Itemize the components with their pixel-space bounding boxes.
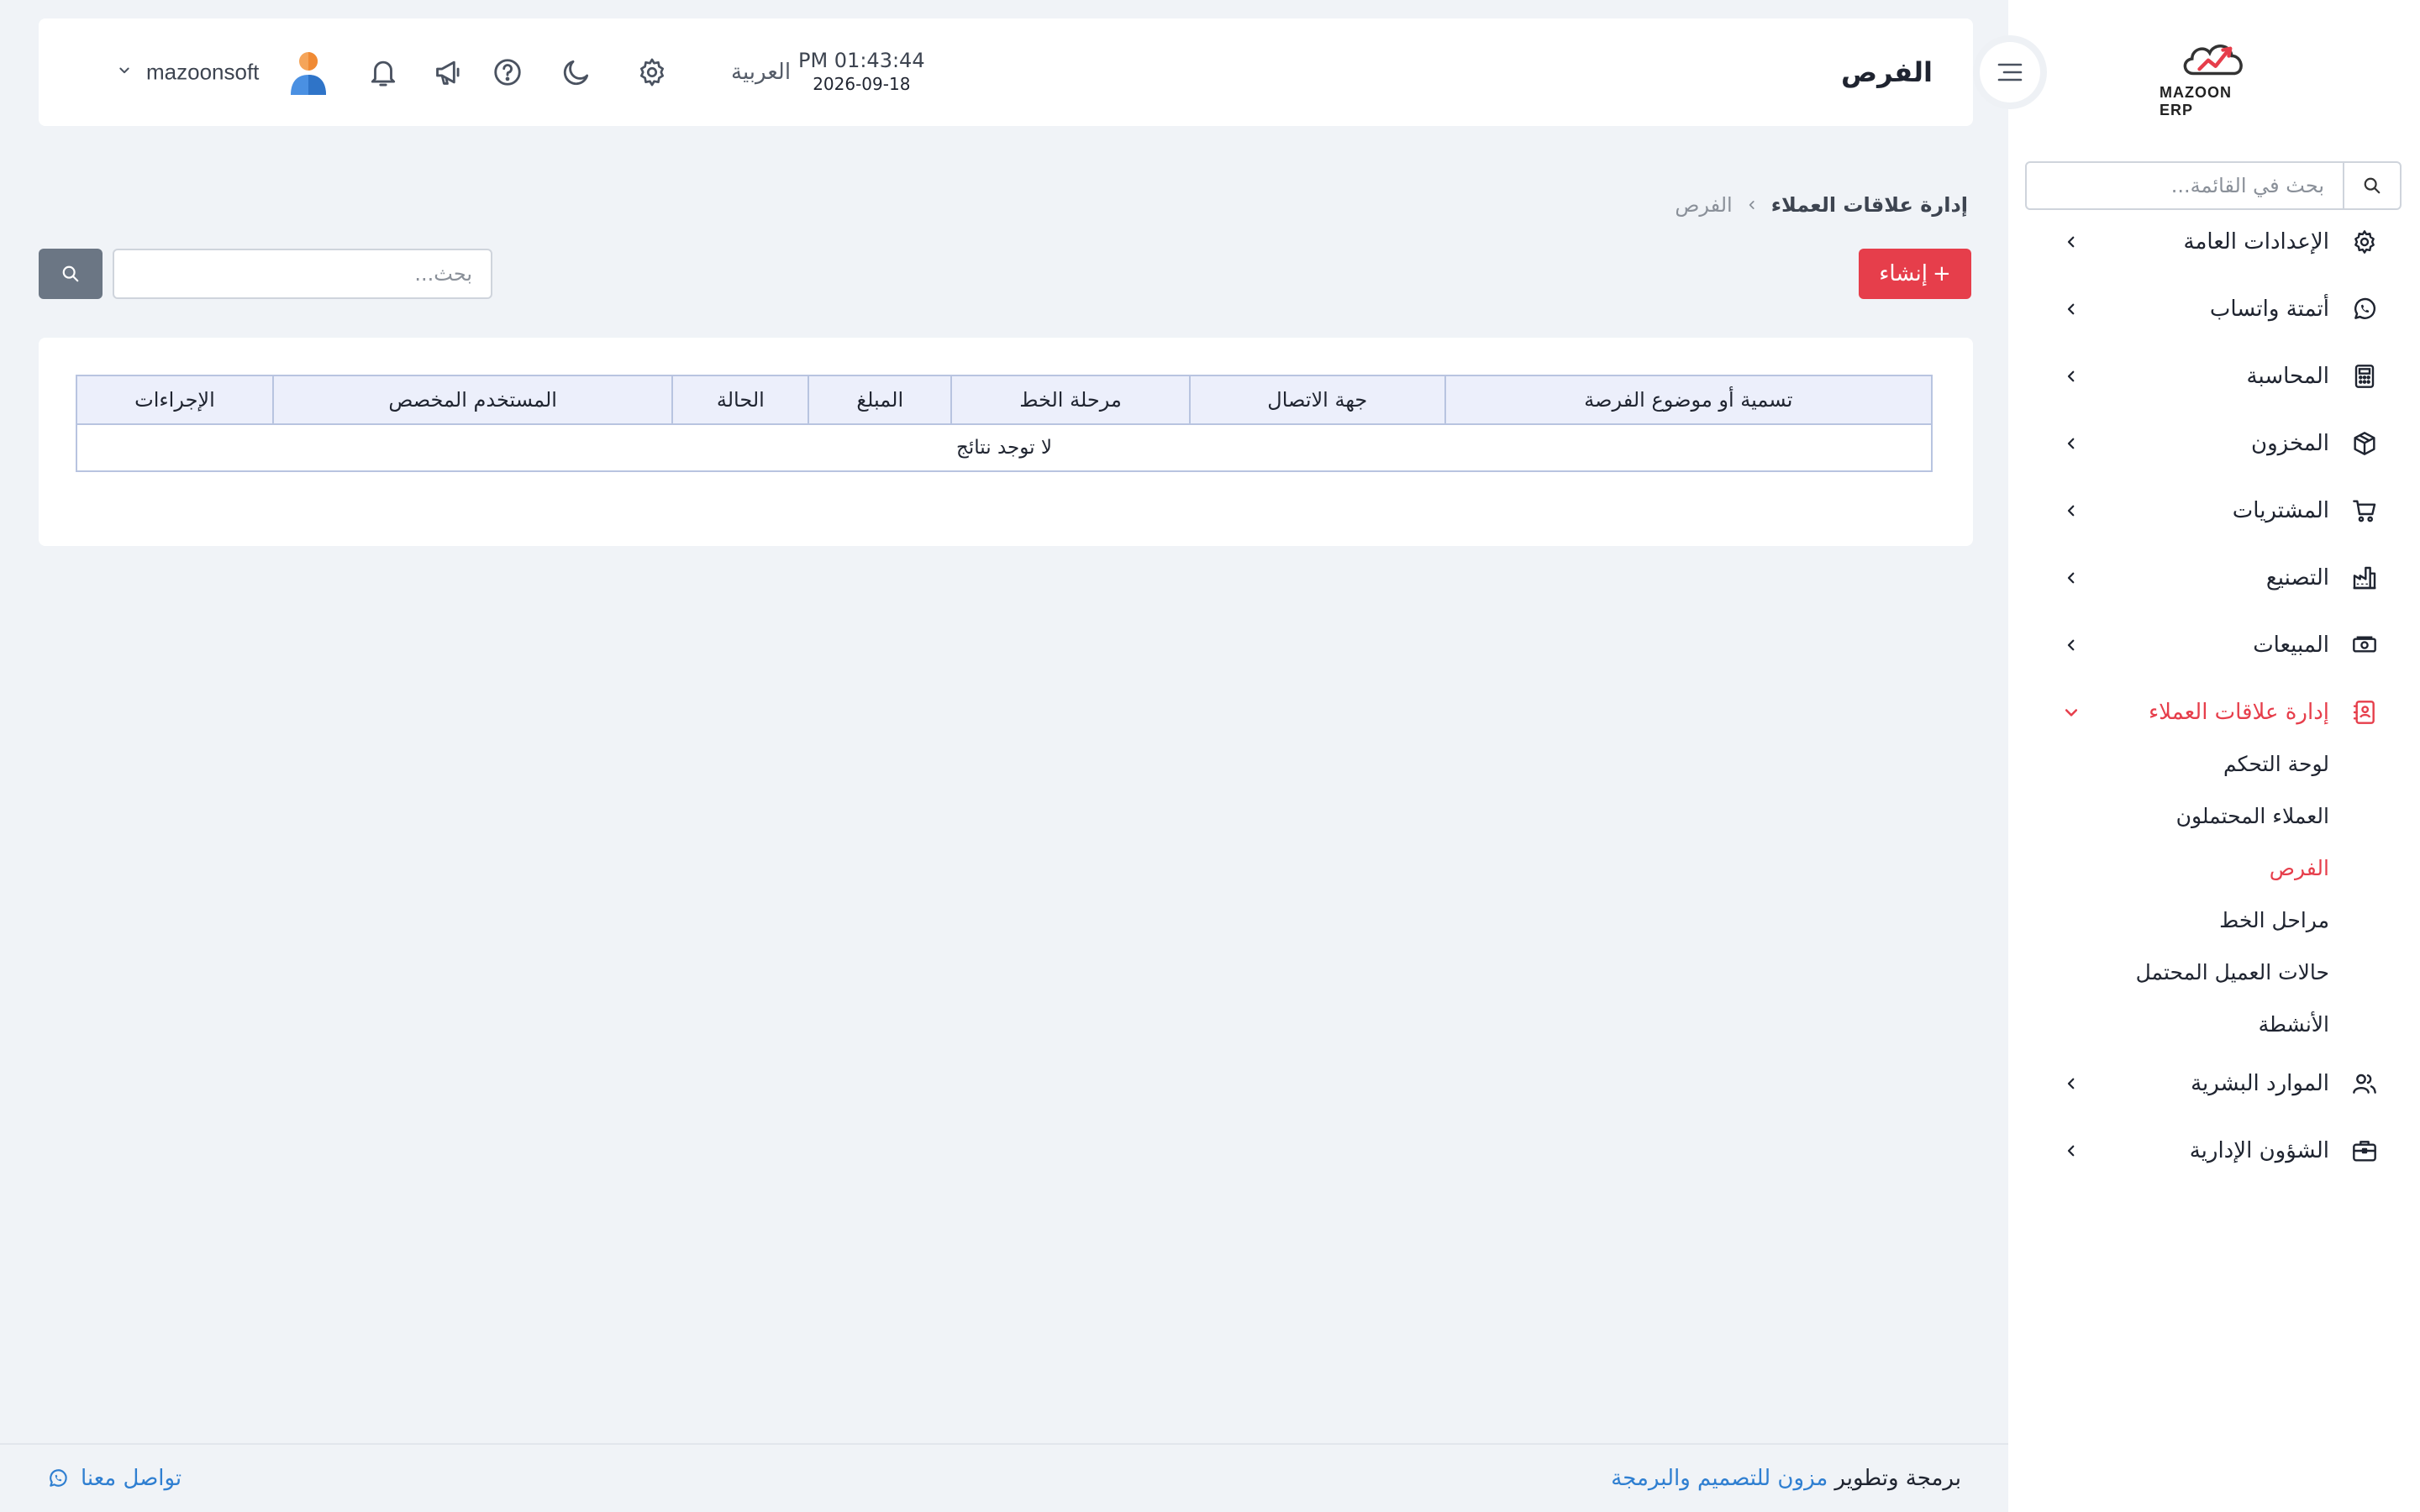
sidebar-item-label: الشؤون الإدارية xyxy=(2189,1138,2329,1163)
clock-date: 2026-09-18 xyxy=(813,74,911,94)
chevron-left-icon xyxy=(2060,634,2082,656)
sidebar-subitem-activities[interactable]: الأنشطة xyxy=(2259,1003,2329,1045)
sidebar-item-label: إدارة علاقات العملاء xyxy=(2148,700,2329,725)
settings-gear-icon[interactable] xyxy=(634,54,671,91)
opportunities-card: تسمية أو موضوع الفرصة جهة الاتصال مرحلة … xyxy=(39,338,1973,546)
moon-icon[interactable] xyxy=(558,54,595,91)
sidebar-subitem-opportunities[interactable]: الفرص xyxy=(2270,847,2329,889)
footer-credit: برمجة وتطويرمزون للتصميم والبرمجة xyxy=(1611,1466,1961,1491)
user-menu[interactable]: mazoonsoft xyxy=(118,60,259,86)
sidebar-item-human-resources[interactable]: الموارد البشرية xyxy=(2008,1058,2420,1109)
sidebar-item-label: المبيعات xyxy=(2253,633,2329,658)
footer-credit-prefix: برمجة وتطوير xyxy=(1834,1466,1961,1491)
chevron-left-icon xyxy=(2060,1140,2082,1162)
breadcrumb-current: الفرص xyxy=(1675,193,1733,217)
chevron-left-icon xyxy=(2060,298,2082,320)
clock: PM 01:43:44 2026-09-18 xyxy=(798,49,925,94)
briefcase-icon xyxy=(2349,1136,2380,1166)
sidebar-item-label: أتمتة واتساب xyxy=(2209,297,2329,322)
opportunities-table: تسمية أو موضوع الفرصة جهة الاتصال مرحلة … xyxy=(76,375,1933,472)
gear-icon xyxy=(2349,227,2380,257)
whatsapp-icon xyxy=(2349,294,2380,324)
whatsapp-icon xyxy=(47,1467,69,1489)
sidebar-item-label: المحاسبة xyxy=(2246,364,2329,389)
sidebar-item-label: المشتريات xyxy=(2232,498,2329,523)
plus-icon: + xyxy=(1933,261,1951,286)
sidebar-item-whatsapp-automation[interactable]: أتمتة واتساب xyxy=(2008,284,2420,334)
sidebar-toggle-button[interactable] xyxy=(1973,35,2047,109)
chevron-down-icon xyxy=(118,63,136,81)
sidebar-item-sales[interactable]: المبيعات xyxy=(2008,620,2420,670)
column-header-contact[interactable]: جهة الاتصال xyxy=(1188,375,1446,425)
footer-contact-label: تواصل معنا xyxy=(81,1466,182,1491)
brand-logo[interactable]: MAZOON ERP xyxy=(2160,35,2269,119)
chevron-left-icon xyxy=(2060,567,2082,589)
contact-us-link[interactable]: تواصل معنا xyxy=(47,1466,182,1491)
chevron-left-icon xyxy=(2060,500,2082,522)
column-header-pipeline-stage[interactable]: مرحلة الخط xyxy=(950,375,1191,425)
sidebar-item-inventory[interactable]: المخزون xyxy=(2008,418,2420,469)
contacts-icon xyxy=(2349,697,2380,727)
sidebar-item-label: التصنيع xyxy=(2265,565,2329,591)
sidebar-item-administrative-affairs[interactable]: الشؤون الإدارية xyxy=(2008,1126,2420,1176)
sidebar-subitem-dashboard[interactable]: لوحة التحكم xyxy=(2223,743,2329,785)
bell-icon[interactable] xyxy=(365,54,402,91)
username: mazoonsoft xyxy=(146,59,260,85)
table-row: لا توجد نتائج xyxy=(76,423,1933,472)
calculator-icon xyxy=(2349,361,2380,391)
sidebar-item-crm[interactable]: إدارة علاقات العملاء xyxy=(2008,687,2420,738)
column-header-title[interactable]: تسمية أو موضوع الفرصة xyxy=(1444,375,1933,425)
sidebar-search xyxy=(2025,161,2402,210)
footer: برمجة وتطويرمزون للتصميم والبرمجة تواصل … xyxy=(0,1443,2008,1512)
megaphone-icon[interactable] xyxy=(430,54,467,91)
breadcrumb-parent[interactable]: إدارة علاقات العملاء xyxy=(1771,193,1968,217)
box-icon xyxy=(2349,428,2380,459)
sidebar-item-label: المخزون xyxy=(2251,431,2329,456)
create-button-label: إنشاء xyxy=(1879,261,1928,286)
sidebar-item-purchases[interactable]: المشتريات xyxy=(2008,486,2420,536)
column-header-assigned-user[interactable]: المستخدم المخصص xyxy=(271,375,674,425)
footer-company-link[interactable]: مزون للتصميم والبرمجة xyxy=(1611,1466,1828,1491)
users-icon xyxy=(2349,1068,2380,1099)
sidebar-subitem-pipeline-stages[interactable]: مراحل الخط xyxy=(2219,899,2329,941)
avatar[interactable] xyxy=(287,50,329,95)
breadcrumb: إدارة علاقات العملاء الفرص xyxy=(1675,193,1968,217)
sidebar-item-label: الإعدادات العامة xyxy=(2183,229,2329,255)
column-header-status[interactable]: الحالة xyxy=(671,375,810,425)
logo-text: MAZOON ERP xyxy=(2160,84,2232,118)
sidebar-item-accounting[interactable]: المحاسبة xyxy=(2008,351,2420,402)
language-switcher[interactable]: العربية xyxy=(731,60,791,85)
sidebar-item-label: الموارد البشرية xyxy=(2191,1071,2329,1096)
chevron-left-icon xyxy=(2060,231,2082,253)
search-input[interactable] xyxy=(113,249,492,299)
top-header: الفرص PM 01:43:44 2026-09-18 العربية maz… xyxy=(39,18,1973,126)
cash-icon xyxy=(2349,630,2380,660)
page-title: الفرص xyxy=(1841,56,1933,88)
table-header-row: تسمية أو موضوع الفرصة جهة الاتصال مرحلة … xyxy=(76,375,1933,425)
search-button[interactable] xyxy=(39,249,103,299)
sidebar-item-general-settings[interactable]: الإعدادات العامة xyxy=(2008,217,2420,267)
chevron-left-icon xyxy=(2060,433,2082,454)
menu-icon xyxy=(1980,42,2040,102)
help-icon[interactable] xyxy=(489,54,526,91)
search-icon xyxy=(61,265,80,283)
sidebar: MAZOON ERP الإعدادات العامة أتمتة واتساب xyxy=(2008,0,2420,1512)
chevron-left-icon xyxy=(2060,365,2082,387)
sidebar-subitem-lead-statuses[interactable]: حالات العميل المحتمل xyxy=(2136,951,2329,993)
empty-state-text: لا توجد نتائج xyxy=(76,423,1933,472)
logo-cloud-icon xyxy=(2183,45,2243,76)
chevron-down-icon xyxy=(2060,701,2082,723)
sidebar-search-input[interactable] xyxy=(2027,163,2343,208)
chevron-left-icon xyxy=(1746,199,1758,211)
search-icon[interactable] xyxy=(2343,163,2400,208)
sidebar-item-manufacturing[interactable]: التصنيع xyxy=(2008,553,2420,603)
clock-time: PM 01:43:44 xyxy=(798,49,925,72)
column-header-actions: الإجراءات xyxy=(76,375,274,425)
cart-icon xyxy=(2349,496,2380,526)
chevron-left-icon xyxy=(2060,1073,2082,1095)
create-button[interactable]: + إنشاء xyxy=(1859,249,1971,299)
column-header-amount[interactable]: المبلغ xyxy=(808,375,953,425)
sidebar-subitem-leads[interactable]: العملاء المحتملون xyxy=(2176,795,2329,837)
factory-icon xyxy=(2349,563,2380,593)
